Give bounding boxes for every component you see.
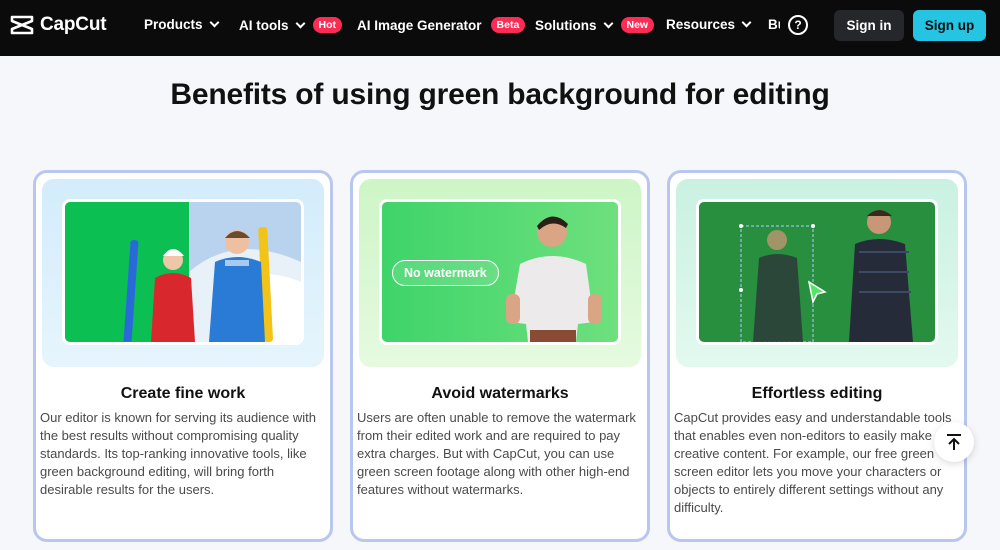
nav-item-label: Resources bbox=[666, 17, 736, 32]
capcut-logo-icon bbox=[10, 15, 34, 35]
scroll-to-top-button[interactable] bbox=[934, 422, 974, 462]
chevron-down-icon bbox=[209, 17, 219, 28]
card-description: Users are often unable to remove the wat… bbox=[357, 410, 636, 497]
card-description: CapCut provides easy and understandable … bbox=[674, 410, 952, 515]
benefit-card-create-fine-work: Create fine work Our editor is known for… bbox=[33, 170, 333, 542]
card-image-background bbox=[676, 179, 958, 367]
new-badge: New bbox=[620, 17, 655, 33]
nav-item-label: Products bbox=[144, 17, 203, 32]
question-circle-icon[interactable]: ? bbox=[788, 15, 808, 35]
card-image-skiers bbox=[62, 199, 304, 345]
card-title: Create fine work bbox=[120, 385, 246, 402]
sign-in-button[interactable]: Sign in bbox=[834, 10, 904, 41]
top-nav: CapCut Products AI tools Hot AI Image Ge… bbox=[0, 0, 1000, 56]
nav-item-label: Solutions bbox=[535, 17, 597, 33]
sign-up-button[interactable]: Sign up bbox=[913, 10, 986, 41]
card-image-man-green-screen: No watermark bbox=[379, 199, 621, 345]
benefit-card-effortless-editing: Effortless editing CapCut provides easy … bbox=[667, 170, 967, 542]
skiers-illustration bbox=[65, 202, 301, 342]
section-heading: Benefits of using green background for e… bbox=[170, 78, 830, 111]
card-image-editing-demo bbox=[696, 199, 938, 345]
card-description: Our editor is known for serving its audi… bbox=[40, 410, 317, 497]
nav-item-label: AI Image Generator bbox=[357, 17, 482, 33]
chevron-down-icon bbox=[295, 18, 305, 28]
hot-badge: Hot bbox=[312, 17, 342, 33]
card-image-background bbox=[42, 179, 324, 367]
card-image-background: No watermark bbox=[359, 179, 641, 367]
no-watermark-label: No watermark bbox=[392, 260, 499, 286]
nav-item-label: AI tools bbox=[239, 17, 289, 33]
card-title: Effortless editing bbox=[751, 385, 883, 402]
capcut-logo[interactable]: CapCut bbox=[10, 14, 107, 36]
card-title: Avoid watermarks bbox=[431, 385, 569, 402]
nav-item-truncated[interactable]: Bu bbox=[768, 17, 780, 32]
benefit-card-avoid-watermarks: No watermark Avoid watermarks Users are … bbox=[350, 170, 650, 542]
beta-badge: Beta bbox=[490, 17, 526, 33]
chevron-down-icon bbox=[603, 18, 613, 28]
logo-text: CapCut bbox=[40, 14, 107, 35]
nav-item-products[interactable]: Products bbox=[144, 17, 219, 32]
nav-item-ai-image-generator[interactable]: AI Image Generator Beta bbox=[357, 17, 526, 33]
arrow-up-to-top-icon bbox=[947, 434, 961, 450]
nav-item-ai-tools[interactable]: AI tools Hot bbox=[239, 17, 342, 33]
nav-item-resources[interactable]: Resources bbox=[666, 17, 752, 32]
editing-demo-illustration bbox=[699, 202, 935, 342]
nav-item-solutions[interactable]: Solutions New bbox=[535, 17, 655, 33]
chevron-down-icon bbox=[741, 17, 752, 28]
